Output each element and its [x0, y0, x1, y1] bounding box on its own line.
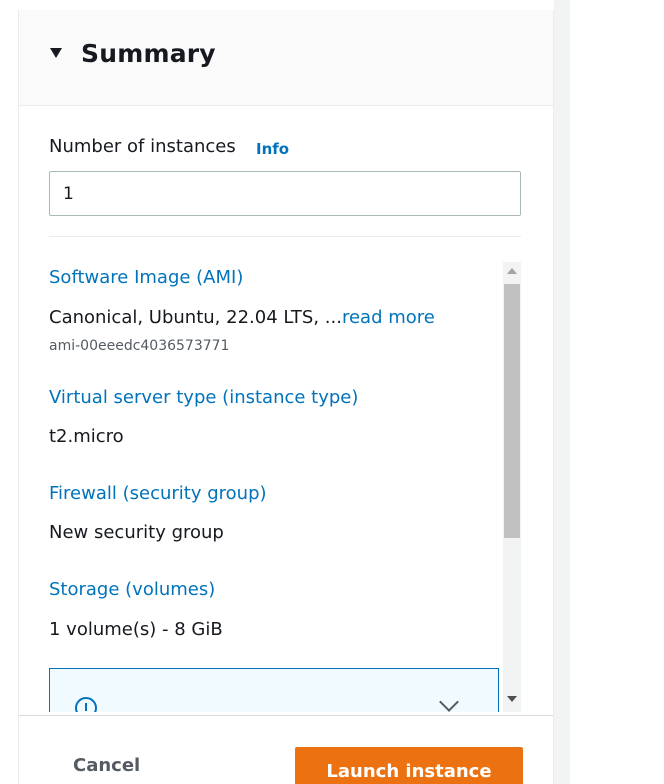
ami-link[interactable]: Software Image (AMI): [49, 267, 243, 288]
instance-type-link[interactable]: Virtual server type (instance type): [49, 387, 358, 408]
scrollbar-thumb[interactable]: [504, 284, 520, 538]
info-alert[interactable]: [49, 668, 499, 712]
info-link[interactable]: Info: [256, 140, 289, 158]
summary-panel: Summary Number of instances Info Softwar…: [18, 10, 554, 784]
scroll-up-arrow-icon[interactable]: [507, 268, 517, 274]
read-more-link[interactable]: read more: [342, 307, 435, 328]
scroll-down-arrow-icon[interactable]: [507, 696, 517, 702]
ami-id: ami-00eeedc4036573771: [49, 338, 230, 354]
chevron-down-icon[interactable]: [439, 692, 459, 712]
summary-details: Software Image (AMI) Canonical, Ubuntu, …: [49, 262, 523, 712]
footer-divider: [19, 715, 553, 716]
info-icon: [75, 697, 97, 712]
scrollbar[interactable]: [503, 262, 521, 712]
cancel-button[interactable]: Cancel: [73, 755, 140, 776]
instance-type-value: t2.micro: [49, 426, 124, 447]
summary-title: Summary: [81, 39, 216, 68]
ami-value: Canonical, Ubuntu, 22.04 LTS, ...read mo…: [49, 307, 435, 328]
firewall-link[interactable]: Firewall (security group): [49, 483, 267, 504]
summary-header[interactable]: Summary: [19, 10, 553, 106]
number-of-instances-input[interactable]: [49, 171, 521, 216]
page-background-left: [0, 0, 8, 784]
number-of-instances-label: Number of instances: [49, 136, 236, 157]
storage-link[interactable]: Storage (volumes): [49, 579, 215, 600]
firewall-value: New security group: [49, 522, 224, 543]
caret-down-icon[interactable]: [50, 48, 62, 58]
divider: [49, 236, 521, 237]
launch-instance-button[interactable]: Launch instance: [295, 747, 523, 784]
ami-value-text: Canonical, Ubuntu, 22.04 LTS, ...: [49, 307, 342, 328]
storage-value: 1 volume(s) - 8 GiB: [49, 619, 223, 640]
page-gutter: [554, 0, 570, 784]
